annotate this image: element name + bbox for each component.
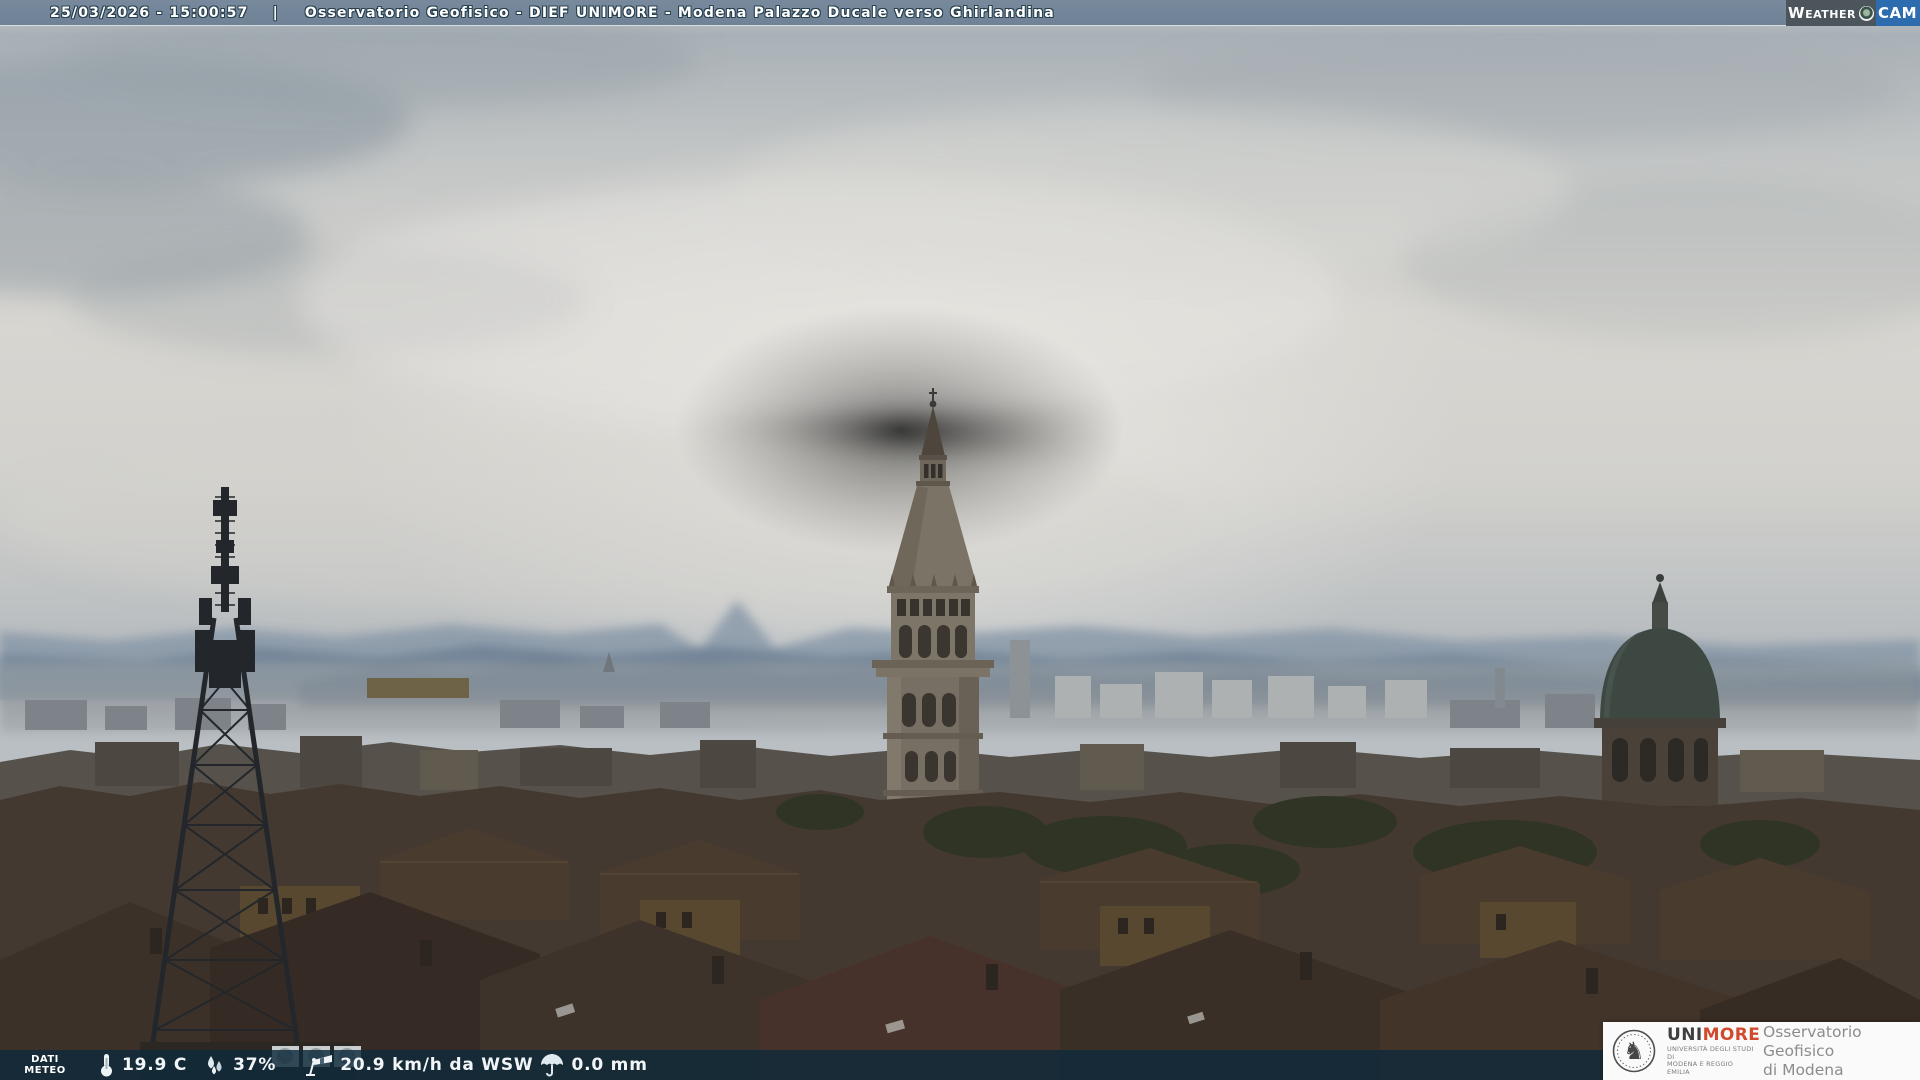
unimore-subtitle-line2: MODENA E REGGIO EMILIA (1667, 1061, 1755, 1076)
top-info-bar: 25/03/2026 - 15:00:57 | Osservatorio Geo… (0, 0, 1920, 26)
meteo-label-line2: METEO (22, 1065, 68, 1076)
weathercam-weather-label: Weather (1788, 0, 1856, 26)
observatory-name-line2: di Modena (1763, 1061, 1920, 1080)
meteo-label: DATI METEO (22, 1054, 68, 1076)
camera-lens-icon (1859, 6, 1874, 21)
city-panorama-photo (0, 0, 1920, 1080)
unimore-seal-icon: ♞ (1612, 1029, 1656, 1073)
separator: | (273, 5, 279, 21)
wind-value: 20.9 km/h da WSW (340, 1055, 533, 1075)
weathercam-logo: Weather CAM (1786, 0, 1920, 26)
unimore-more: MORE (1703, 1025, 1761, 1045)
weathercam-cam-label: CAM (1876, 0, 1920, 26)
humidity-value: 37% (233, 1055, 276, 1075)
thermometer-icon (96, 1052, 116, 1078)
windsock-icon (304, 1052, 334, 1078)
webcam-frame: 25/03/2026 - 15:00:57 | Osservatorio Geo… (0, 0, 1920, 1080)
humidity-reading: 37% (203, 1053, 276, 1077)
unimore-logo-card: ♞ UNIMORE UNIVERSITÀ DEGLI STUDI DI MODE… (1603, 1022, 1920, 1080)
unimore-subtitle-line1: UNIVERSITÀ DEGLI STUDI DI (1667, 1046, 1755, 1061)
meteo-label-line1: DATI (22, 1054, 68, 1065)
observatory-name: Osservatorio Geofisico di Modena (1763, 1023, 1920, 1080)
humidity-drops-icon (203, 1053, 227, 1077)
umbrella-icon (539, 1052, 565, 1078)
seal-knight-glyph: ♞ (1623, 1037, 1645, 1065)
webcam-title: Osservatorio Geofisico - DIEF UNIMORE - … (305, 5, 1055, 21)
temperature-reading: 19.9 C (96, 1052, 187, 1078)
precipitation-reading: 0.0 mm (539, 1052, 647, 1078)
unimore-wordmark: UNIMORE UNIVERSITÀ DEGLI STUDI DI MODENA… (1667, 1026, 1755, 1076)
observatory-name-line1: Osservatorio Geofisico (1763, 1023, 1920, 1061)
datetime-label: 25/03/2026 - 15:00:57 (50, 5, 249, 21)
temperature-value: 19.9 C (122, 1055, 187, 1075)
precipitation-value: 0.0 mm (571, 1055, 647, 1075)
wind-reading: 20.9 km/h da WSW (304, 1052, 533, 1078)
unimore-uni: UNI (1667, 1025, 1703, 1045)
